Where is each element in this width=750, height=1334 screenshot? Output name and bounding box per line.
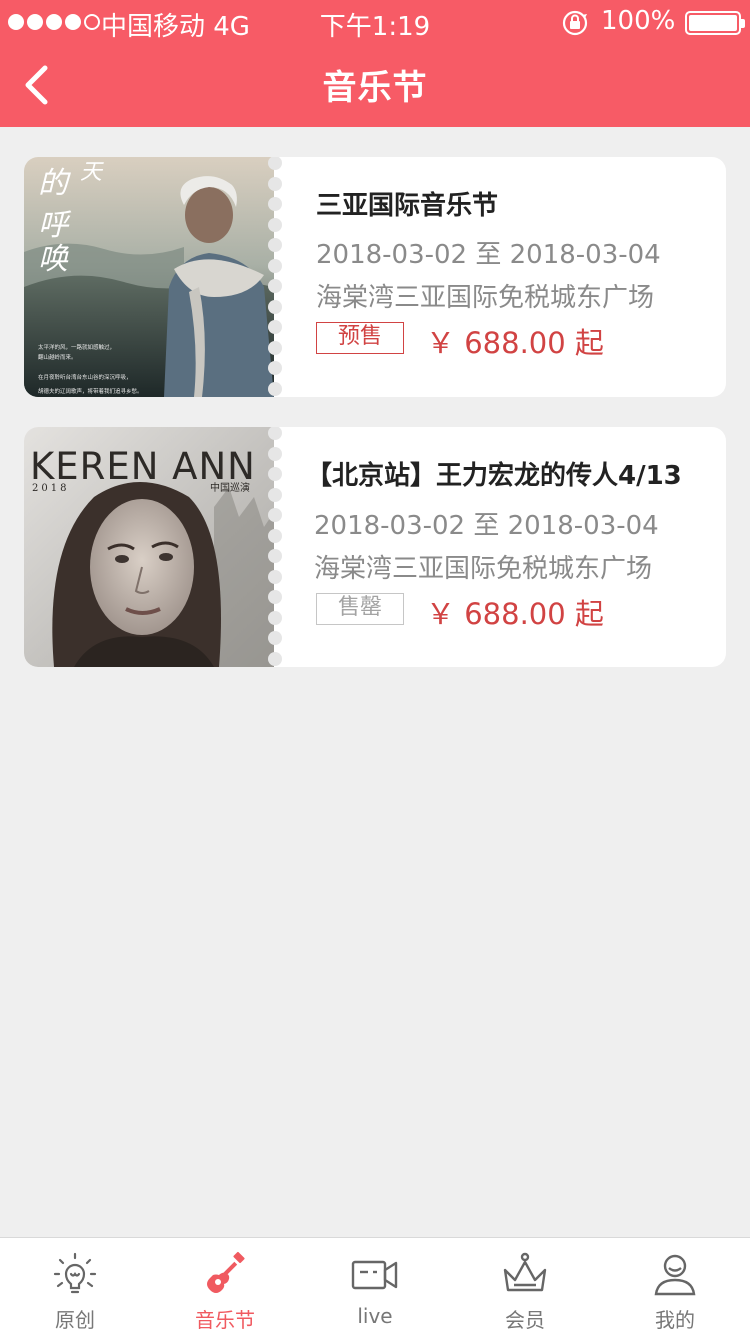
event-dates: 2018-03-02 至 2018-03-04	[316, 240, 661, 270]
event-price: ￥ 688.00 起	[426, 326, 604, 360]
perforation-dot	[268, 217, 282, 232]
perforation-dot	[268, 361, 282, 375]
perforation-dot	[268, 631, 282, 645]
battery-icon	[685, 11, 745, 35]
event-info: 【北京站】王力宏龙的传人4/13 2018-03-02 至 2018-03-04…	[306, 427, 716, 667]
tab-label: 音乐节	[195, 1308, 255, 1332]
event-poster-image: 的 天 呼 唤 太平洋的风，一路就如感触过， 翻山越岭而来。 在月夜聆听台湾台东…	[24, 157, 274, 397]
crown-icon	[503, 1252, 547, 1292]
video-camera-icon	[351, 1260, 398, 1290]
event-title: 三亚国际音乐节	[316, 191, 499, 221]
poster-caption-line: 翻山越岭而来。	[38, 353, 77, 361]
ticket-perforation	[267, 427, 283, 667]
page-title: 音乐节	[322, 68, 428, 108]
perforation-dot	[268, 279, 282, 293]
bottom-tab-bar: 原创 音乐节 live 会员 我的	[0, 1237, 750, 1334]
guitar-icon	[207, 1251, 245, 1293]
perforation-dot	[268, 197, 282, 211]
tab-label: 原创	[55, 1308, 95, 1332]
tab-label: 会员	[505, 1308, 545, 1332]
perforation-dot	[268, 467, 282, 481]
app-header: 中国移动 4G 下午1:19 100% 音乐节	[0, 0, 750, 127]
tab-original[interactable]: 原创	[0, 1238, 150, 1334]
tab-live[interactable]: live	[300, 1238, 450, 1334]
perforation-dot	[268, 381, 282, 396]
perforation-dot	[268, 340, 282, 355]
event-card[interactable]: KEREN ANN 2018 中国巡演 【北京站】王力宏龙的传人4/13 201…	[24, 427, 726, 667]
poster-title-char: 唤	[38, 242, 69, 277]
ticket-perforation	[267, 157, 283, 397]
tab-label: live	[357, 1304, 393, 1328]
poster-title-char: 天	[80, 160, 104, 185]
battery-percentage: 100%	[601, 6, 676, 36]
perforation-dot	[268, 590, 282, 604]
event-poster-image: KEREN ANN 2018 中国巡演	[24, 427, 274, 667]
status-bar: 中国移动 4G 下午1:19 100%	[0, 0, 750, 46]
poster-year: 2018	[32, 483, 69, 494]
event-price: ￥ 688.00 起	[426, 597, 604, 631]
tab-member[interactable]: 会员	[450, 1238, 600, 1334]
poster-headline: KEREN ANN	[30, 445, 256, 488]
poster-caption-line: 胡德夫的辽阔歌声，将带着我们追寻乡愁。	[38, 387, 143, 395]
perforation-dot	[268, 299, 282, 314]
perforation-dot	[268, 610, 282, 625]
event-info: 三亚国际音乐节 2018-03-02 至 2018-03-04 海棠湾三亚国际免…	[316, 157, 716, 397]
tab-music-festival[interactable]: 音乐节	[150, 1238, 300, 1334]
perforation-dot	[268, 549, 282, 563]
user-icon	[654, 1254, 696, 1296]
perforation-dot	[268, 157, 282, 170]
perforation-dot	[268, 446, 282, 461]
poster-caption-line: 太平洋的风，一路就如感触过，	[38, 343, 115, 351]
poster-caption-line: 在月夜聆听台湾台东山谷的深沉呼吸，	[38, 373, 132, 381]
perforation-dot	[268, 508, 282, 522]
perforation-dot	[268, 569, 282, 584]
tab-label: 我的	[655, 1308, 695, 1332]
sold-out-badge: 售罄	[316, 593, 404, 625]
event-card[interactable]: 的 天 呼 唤 太平洋的风，一路就如感触过， 翻山越岭而来。 在月夜聆听台湾台东…	[24, 157, 726, 397]
presale-badge: 预售	[316, 322, 404, 354]
poster-subtitle: 中国巡演	[210, 481, 250, 494]
perforation-dot	[268, 427, 282, 440]
tab-mine[interactable]: 我的	[600, 1238, 750, 1334]
event-venue: 海棠湾三亚国际免税城东广场	[314, 554, 653, 584]
navigation-bar: 音乐节	[0, 46, 750, 127]
perforation-dot	[268, 487, 282, 502]
perforation-dot	[268, 528, 282, 543]
perforation-dot	[268, 320, 282, 334]
perforation-dot	[268, 651, 282, 666]
poster-title-char: 的	[38, 166, 71, 201]
poster-title-char: 呼	[38, 208, 72, 243]
perforation-dot	[268, 176, 282, 191]
rotation-lock-icon	[562, 10, 588, 36]
event-title: 【北京站】王力宏龙的传人4/13	[306, 461, 682, 491]
lightbulb-icon	[53, 1252, 97, 1294]
event-venue: 海棠湾三亚国际免税城东广场	[316, 283, 655, 313]
perforation-dot	[268, 238, 282, 252]
event-dates: 2018-03-02 至 2018-03-04	[314, 511, 659, 541]
perforation-dot	[268, 258, 282, 273]
